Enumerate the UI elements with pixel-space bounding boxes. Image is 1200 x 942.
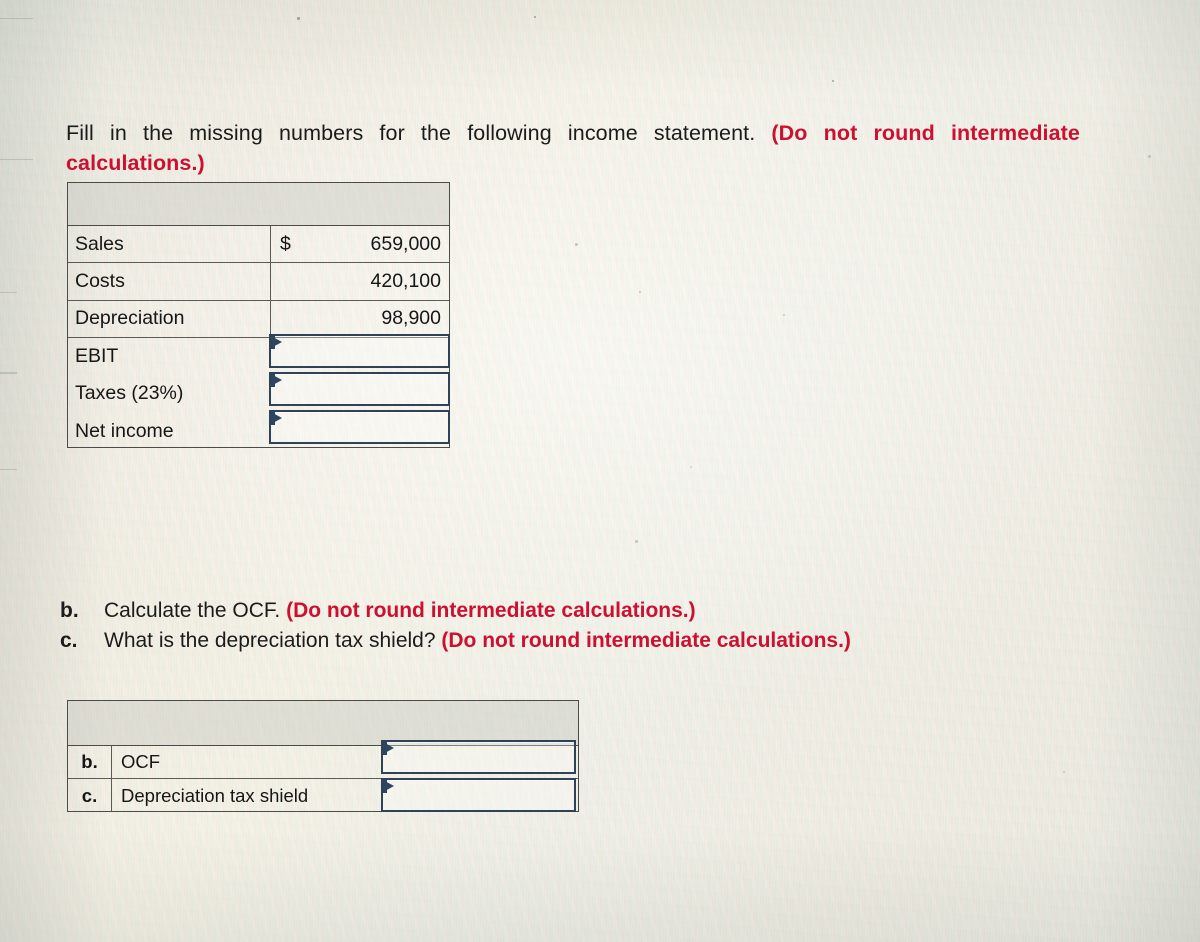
question-b-marker: b. bbox=[60, 599, 79, 622]
income-row-label-costs: Costs bbox=[68, 263, 271, 300]
ocf-input-field[interactable] bbox=[381, 740, 576, 774]
depreciation-tax-shield-input-field[interactable] bbox=[381, 778, 576, 812]
answer-row-marker-b: b. bbox=[68, 746, 112, 778]
question-b-note: (Do not round intermediate calculations.… bbox=[286, 599, 696, 622]
worksheet-content: Fill in the missing numbers for the foll… bbox=[0, 0, 1200, 942]
question-b-text: Calculate the OCF. (Do not round interme… bbox=[104, 596, 696, 626]
question-list: b. Calculate the OCF. (Do not round inte… bbox=[60, 596, 1070, 656]
income-row-label-sales: Sales bbox=[68, 226, 271, 263]
ebit-input-field[interactable] bbox=[269, 334, 450, 368]
question-b: b. Calculate the OCF. (Do not round inte… bbox=[60, 596, 1070, 626]
income-value-sales: 659,000 bbox=[370, 232, 442, 255]
income-row-value-sales: $ 659,000 bbox=[271, 226, 449, 262]
table-row: Depreciation 98,900 bbox=[68, 300, 449, 338]
income-statement-header-row bbox=[68, 183, 449, 226]
income-row-value-costs: 420,100 bbox=[271, 263, 449, 299]
question-c-marker: c. bbox=[60, 629, 78, 652]
income-row-value-depreciation: 98,900 bbox=[271, 301, 449, 337]
currency-symbol: $ bbox=[280, 232, 291, 255]
part-a-prompt-text: Fill in the missing numbers for the foll… bbox=[66, 121, 756, 145]
question-b-statement: Calculate the OCF. bbox=[104, 599, 281, 622]
table-row: Costs 420,100 bbox=[68, 263, 449, 301]
income-value-costs: 420,100 bbox=[370, 269, 442, 292]
income-row-label-depreciation: Depreciation bbox=[68, 300, 271, 337]
question-c: c. What is the depreciation tax shield? … bbox=[60, 626, 1070, 656]
taxes-input-field[interactable] bbox=[269, 372, 450, 406]
income-value-depreciation: 98,900 bbox=[381, 307, 441, 330]
income-row-label-taxes: Taxes (23%) bbox=[75, 382, 184, 405]
net-income-input-field[interactable] bbox=[269, 410, 450, 444]
income-row-label-net-income: Net income bbox=[75, 419, 174, 442]
question-c-note: (Do not round intermediate calculations.… bbox=[441, 629, 851, 652]
answer-row-marker-c: c. bbox=[68, 779, 112, 812]
part-a-prompt: Fill in the missing numbers for the foll… bbox=[66, 118, 1080, 178]
question-c-text: What is the depreciation tax shield? (Do… bbox=[104, 626, 851, 656]
income-statement-table: Sales $ 659,000 Costs 420,100 Depreciati… bbox=[67, 182, 450, 448]
question-c-statement: What is the depreciation tax shield? bbox=[104, 629, 436, 652]
income-row-label-ebit: EBIT bbox=[75, 345, 119, 368]
table-row: Sales $ 659,000 bbox=[68, 226, 449, 264]
